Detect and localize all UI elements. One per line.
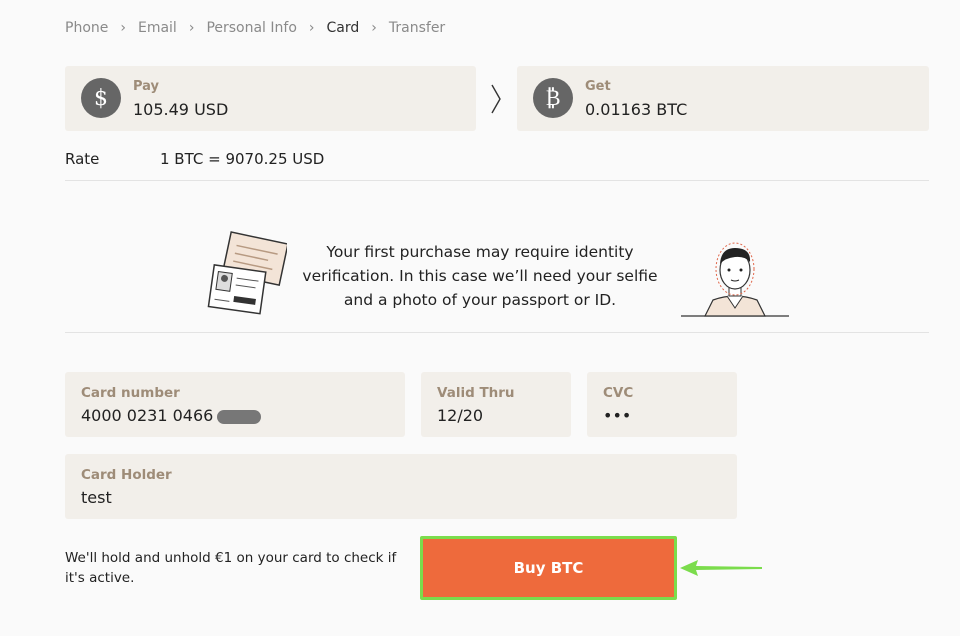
breadcrumb-transfer: Transfer	[388, 20, 446, 36]
card-holder-label: Card Holder	[81, 467, 172, 483]
hold-note: We'll hold and unhold €1 on your card to…	[65, 550, 397, 586]
notice-text: Your first purchase may require identity…	[285, 240, 675, 312]
chevron-right-icon: ›	[308, 20, 315, 36]
arrow-left-icon	[680, 560, 762, 576]
card-number-field[interactable]: Card number 4000 0231 0466	[65, 372, 405, 437]
breadcrumb-phone[interactable]: Phone	[65, 20, 108, 36]
cvc-value[interactable]: •••	[603, 406, 631, 425]
get-value[interactable]: 0.01163 BTC	[585, 100, 687, 119]
rate-label: Rate	[65, 150, 100, 168]
get-amount-field[interactable]: ₿ Get 0.01163 BTC	[517, 66, 929, 131]
breadcrumb: Phone › Email › Personal Info › Card › T…	[65, 20, 445, 36]
card-number-label: Card number	[81, 385, 180, 401]
chevron-right-icon: ›	[120, 20, 126, 36]
chevron-right-icon	[491, 84, 501, 114]
valid-thru-label: Valid Thru	[437, 385, 515, 401]
valid-thru-value[interactable]: 12/20	[437, 406, 483, 425]
rate-row: Rate 1 BTC = 9070.25 USD	[65, 150, 929, 181]
notice-line-1: Your first purchase may require identity	[326, 243, 634, 261]
breadcrumb-email[interactable]: Email	[138, 20, 177, 36]
redaction-mask	[217, 409, 262, 424]
cvc-label: CVC	[603, 385, 634, 401]
card-number-value[interactable]: 4000 0231 0466	[81, 406, 262, 425]
buy-btc-button[interactable]: Buy BTC	[420, 536, 677, 600]
rate-value: 1 BTC = 9070.25 USD	[160, 150, 325, 168]
cvc-field[interactable]: CVC •••	[587, 372, 737, 437]
get-label: Get	[585, 79, 611, 94]
chevron-right-icon: ›	[371, 20, 377, 36]
pay-amount-field[interactable]: $ Pay 105.49 USD	[65, 66, 476, 131]
identity-notice: Your first purchase may require identity…	[65, 222, 929, 333]
passport-illustration	[207, 231, 287, 315]
pay-value[interactable]: 105.49 USD	[133, 100, 228, 119]
card-holder-value[interactable]: test	[81, 488, 112, 507]
valid-thru-field[interactable]: Valid Thru 12/20	[421, 372, 571, 437]
pay-label: Pay	[133, 79, 160, 94]
selfie-illustration	[681, 242, 789, 317]
card-number-text: 4000 0231 0466	[81, 406, 214, 425]
breadcrumb-personal-info[interactable]: Personal Info	[206, 20, 296, 36]
breadcrumb-card: Card	[326, 20, 360, 36]
card-holder-field[interactable]: Card Holder test	[65, 454, 737, 519]
bitcoin-icon: ₿	[533, 78, 573, 118]
dollar-icon: $	[81, 78, 121, 118]
notice-line-3: and a photo of your passport or ID.	[343, 291, 617, 309]
notice-line-2: verification. In this case we’ll need yo…	[302, 267, 658, 285]
chevron-right-icon: ›	[188, 20, 195, 36]
